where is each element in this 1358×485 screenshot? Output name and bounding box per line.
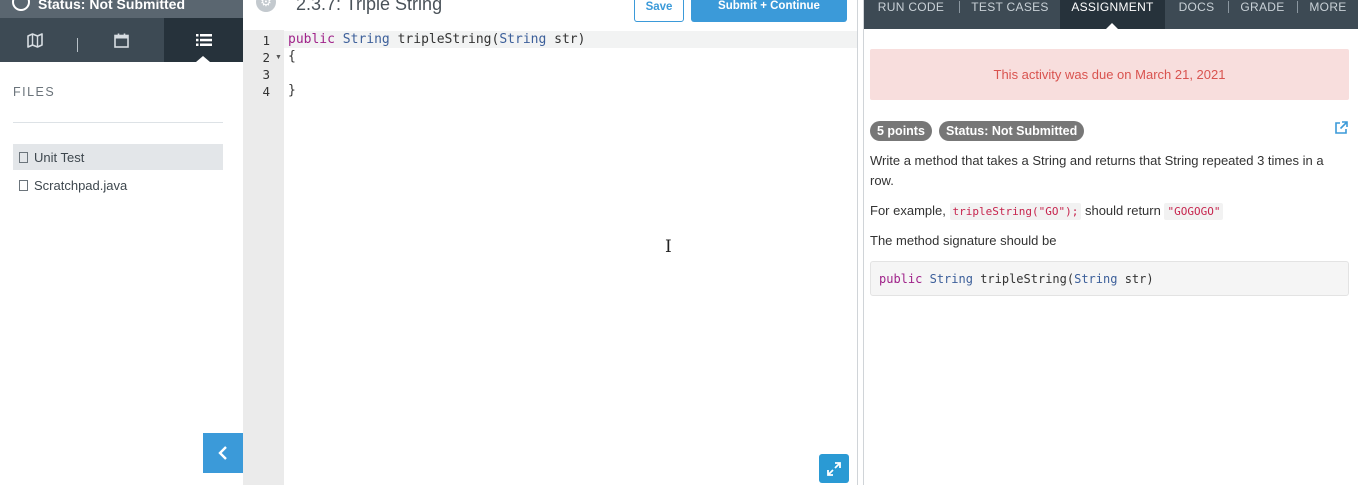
line-number: 1 (262, 33, 270, 48)
file-item-scratchpad[interactable]: Scratchpad.java (13, 172, 223, 198)
code-line-1: public String tripleString(String str) (288, 32, 585, 47)
file-icon (19, 151, 28, 163)
pane-splitter[interactable] (857, 0, 864, 485)
submit-continue-button[interactable]: Submit + Continue (691, 0, 847, 22)
expand-editor-button[interactable] (819, 454, 849, 483)
text-cursor-icon: I (665, 237, 672, 257)
tab-docs[interactable]: DOCS (1165, 0, 1228, 29)
tab-test-cases[interactable]: TEST CASES (960, 0, 1060, 29)
clock-icon (12, 0, 30, 11)
file-name: Scratchpad.java (34, 177, 128, 193)
signature-code-block: public String tripleString(String str) (870, 261, 1349, 296)
calendar-icon (113, 33, 129, 48)
expand-icon (827, 461, 841, 476)
gear-icon[interactable]: ⚙ (256, 0, 276, 12)
code-param-type: String (499, 32, 547, 47)
points-badge: 5 points (870, 121, 932, 141)
example-result-code: "GOGOGO" (1164, 203, 1224, 220)
file-icon (19, 179, 28, 191)
code-param-name: str) (1124, 272, 1154, 286)
external-link-icon[interactable] (1334, 121, 1348, 138)
code-method-name: tripleString( (980, 272, 1075, 286)
tab-run-code[interactable]: RUN CODE (864, 0, 958, 29)
due-date-alert: This activity was due on March 21, 2021 (870, 49, 1349, 100)
active-tab-caret (1106, 23, 1118, 29)
app-root: Status: Not Submitted FILES Unit Test Sc… (0, 0, 1358, 485)
line-number: 4 (262, 84, 270, 99)
code-text-area[interactable]: public String tripleString(String str) {… (284, 30, 858, 485)
code-keyword: public (288, 32, 335, 47)
active-nav-caret (196, 56, 210, 62)
status-text: Status: Not Submitted (38, 0, 185, 12)
calendar-nav-button[interactable] (84, 18, 158, 62)
editor-toolbar: ⚙ 2.3.7: Triple String Save Submit + Con… (243, 0, 860, 30)
tab-more[interactable]: MORE (1298, 0, 1358, 29)
collapse-sidebar-button[interactable] (203, 433, 243, 473)
fold-arrow-icon[interactable]: ▼ (275, 54, 282, 61)
map-icon (27, 32, 43, 48)
code-keyword: public (879, 272, 923, 286)
list-icon (195, 34, 212, 46)
save-button[interactable]: Save (634, 0, 684, 22)
code-line-2: { (288, 49, 296, 64)
nav-divider (77, 38, 78, 52)
code-param-name: str) (554, 32, 586, 47)
files-divider (13, 122, 223, 123)
example-call-code: tripleString("GO"); (949, 203, 1082, 220)
assignment-description: Write a method that takes a String and r… (870, 153, 1324, 188)
code-method-name: tripleString( (397, 32, 500, 47)
map-nav-button[interactable] (0, 18, 70, 62)
line-number: 3 (262, 67, 270, 82)
line-number: 2 (262, 50, 270, 65)
tab-grade[interactable]: GRADE (1229, 0, 1296, 29)
status-badge: Status: Not Submitted (939, 121, 1085, 141)
chevron-left-icon (218, 446, 227, 460)
code-type: String (929, 272, 973, 286)
code-editor-pane: ⚙ 2.3.7: Triple String Save Submit + Con… (243, 0, 860, 485)
assignment-panel: RUN CODE TEST CASES ASSIGNMENT DOCS GRAD… (864, 0, 1358, 485)
example-mid-text: should return (1084, 203, 1161, 218)
page-title: 2.3.7: Triple String (296, 0, 443, 14)
left-sidebar: Status: Not Submitted FILES Unit Test Sc… (0, 0, 243, 485)
files-heading: FILES (13, 85, 56, 99)
code-param-type: String (1074, 272, 1118, 286)
code-line-4: } (288, 83, 296, 98)
code-type: String (342, 32, 390, 47)
example-prefix: For example, (870, 203, 946, 218)
signature-intro: The method signature should be (870, 233, 1057, 248)
assignment-example: For example, tripleString("GO"); should … (870, 201, 1348, 222)
status-bar: Status: Not Submitted (0, 0, 243, 18)
file-item-unit-test[interactable]: Unit Test (13, 144, 223, 170)
file-name: Unit Test (34, 149, 85, 165)
line-number-gutter: 1 2 ▼ 3 4 (243, 30, 284, 485)
